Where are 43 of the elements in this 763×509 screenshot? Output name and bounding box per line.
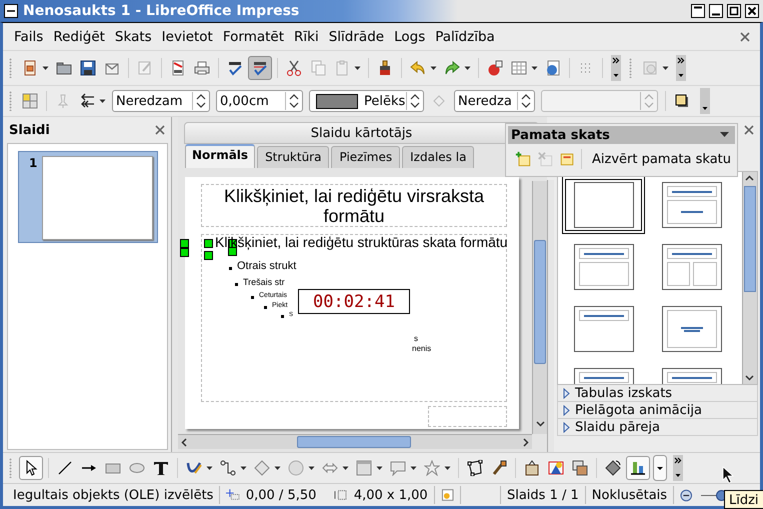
menu-item[interactable]: Formatēt xyxy=(218,28,290,44)
menu-item[interactable]: Palīdzība xyxy=(430,28,500,44)
pane-title: Slaidi xyxy=(9,122,50,138)
slide-number: 1 xyxy=(29,156,38,172)
color-name: Pelēks xyxy=(364,94,406,108)
menu-item[interactable]: Rīki xyxy=(289,28,324,44)
panel-section[interactable]: Slaidu pāreja xyxy=(557,419,758,436)
menu-item[interactable]: Ievietot xyxy=(156,28,218,44)
menu-item[interactable]: Fails xyxy=(9,28,48,44)
menu-item[interactable]: Rediģēt xyxy=(48,28,110,44)
menu-item[interactable]: Skats xyxy=(110,28,157,44)
title-placeholder[interactable]: Klikšķiniet, lai rediģētu virsraksta formātu xyxy=(201,184,507,227)
window-title: Nenosaukts 1 - LibreOffice Impress xyxy=(23,3,300,19)
panel-section[interactable]: Tabulas izskats xyxy=(557,385,758,402)
outline-text[interactable]: Trešais str xyxy=(243,278,285,287)
section-title: Pielāgota animācija xyxy=(575,402,702,418)
area-color-field[interactable]: Pelēks xyxy=(309,90,424,112)
line-width-field[interactable]: 0,00cm xyxy=(216,90,303,112)
panel-section[interactable]: Pielāgota animācija xyxy=(557,402,758,419)
menu-item[interactable]: Slīdrāde xyxy=(324,28,390,44)
outline-text[interactable]: Otrais strukt xyxy=(237,261,296,272)
close-master-view-button[interactable]: Aizvērt pamata skatu xyxy=(588,152,735,166)
slide-thumbnail[interactable]: 1 xyxy=(18,151,158,243)
tooltip: Līdzi xyxy=(724,490,763,509)
view-tab[interactable]: Struktūra xyxy=(257,146,330,168)
section-title: Slaidu pāreja xyxy=(575,420,660,434)
menu-item[interactable]: Logs xyxy=(389,28,430,44)
slide-counter: Slaids 1 / 1 xyxy=(506,488,579,502)
outline-text: s xyxy=(414,335,418,343)
view-tab[interactable]: Normāls xyxy=(185,144,256,168)
view-tab[interactable]: Izdales la xyxy=(402,146,474,168)
slide-title: Klikšķiniet, lai rediģētu virsraksta formātu xyxy=(222,186,486,226)
toolbar-title: Pamata skats xyxy=(511,128,610,142)
line-style-field[interactable]: Neredzam xyxy=(112,90,210,112)
position-text: 0,00 / 5,50 xyxy=(246,488,316,502)
status-message: Iegultais objekts (OLE) izvēlēts xyxy=(13,488,214,502)
area-style-field[interactable]: Neredza xyxy=(454,90,535,112)
timer-object[interactable]: 00:02:41 xyxy=(298,289,410,314)
size-text: 4,00 x 1,00 xyxy=(354,488,428,502)
master-name: Noklusētais xyxy=(592,488,668,502)
outline-text: nenis xyxy=(412,345,432,353)
section-title: Tabulas izskats xyxy=(575,386,672,400)
view-tab[interactable]: Piezīmes xyxy=(331,146,400,168)
